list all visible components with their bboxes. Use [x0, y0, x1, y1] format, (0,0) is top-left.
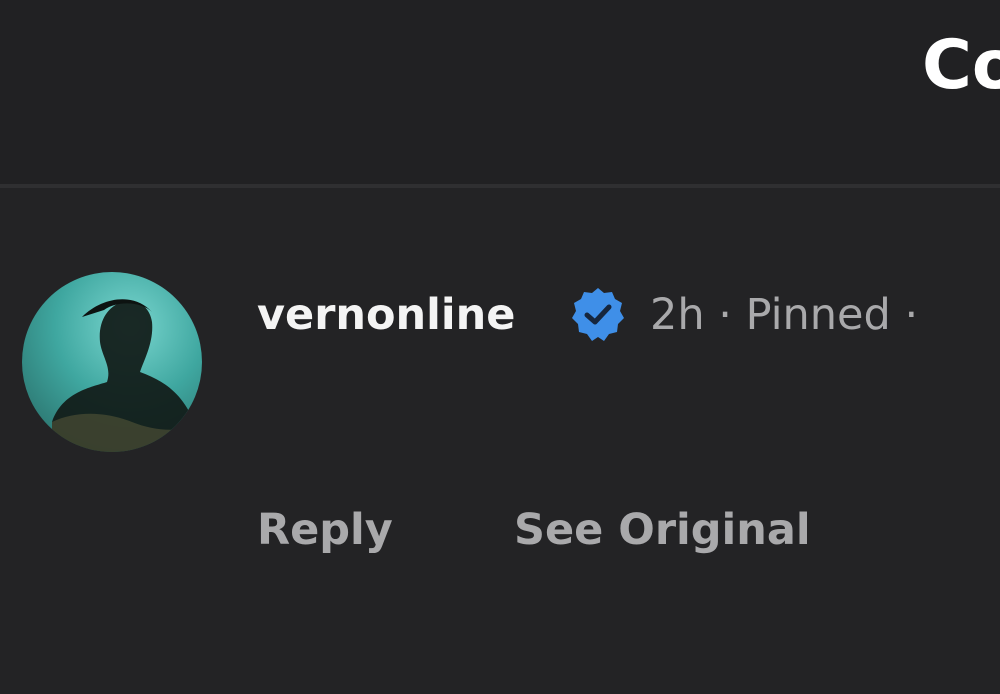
reply-button[interactable]: Reply	[257, 505, 393, 555]
user-avatar-icon[interactable]	[22, 272, 202, 452]
avatar-silhouette-icon	[52, 299, 194, 452]
header-title: Co	[922, 26, 1000, 105]
verified-badge-icon	[572, 288, 624, 341]
comments-header: Co	[0, 0, 1000, 186]
comment-screen: Co vernonline 2h · Pinned · Reply See Or…	[0, 0, 1000, 694]
see-original-button[interactable]: See Original	[514, 505, 811, 555]
header-divider	[0, 184, 1000, 188]
comment-username[interactable]: vernonline	[257, 290, 515, 340]
comment-meta: 2h · Pinned ·	[650, 290, 919, 340]
